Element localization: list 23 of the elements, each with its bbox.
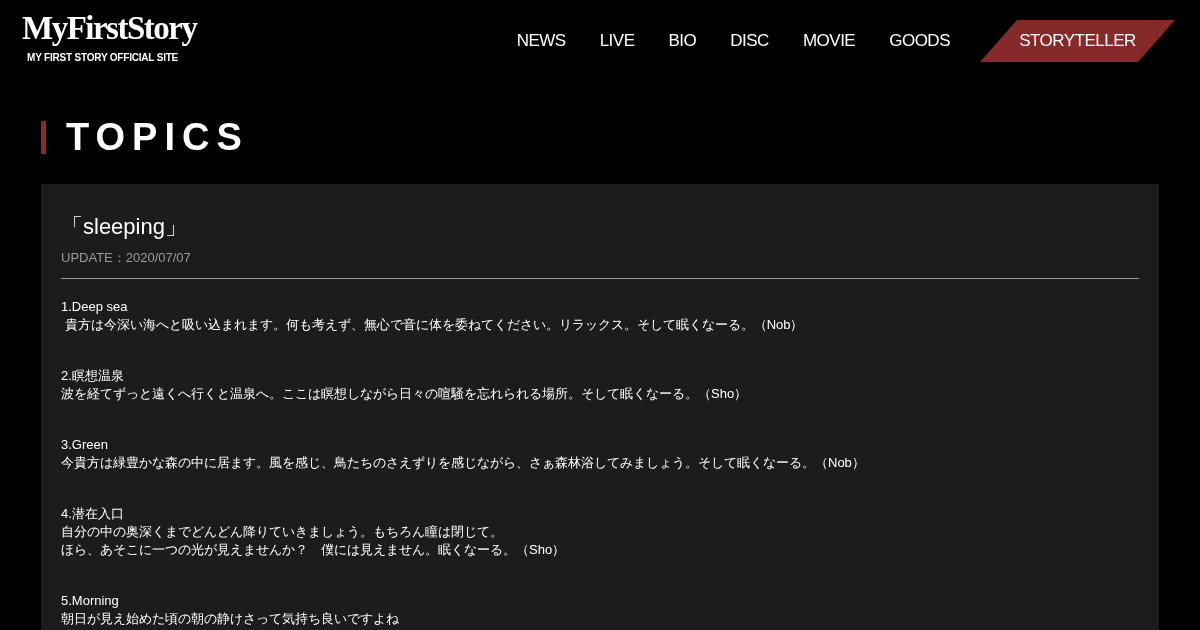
nav-link[interactable]: GOODS [889, 20, 950, 62]
track-description: 貴方は今深い海へと吸い込まれます。何も考えず、無心で音に体を委ねてください。リラックス。そして眠くなーる。（Nob） [63, 316, 805, 334]
storyteller-link[interactable]: STORYTELLER [980, 20, 1175, 62]
article-title: 「sleeping」 [61, 214, 188, 240]
nav-link[interactable]: BIO [668, 20, 697, 62]
track-title: 3.Green [61, 436, 109, 454]
nav-link[interactable]: MOVIE [802, 20, 856, 62]
track-description: 波を経てずっと遠くへ行くと温泉へ。ここは瞑想しながら日々の喧騒を忘れられる場所。そして眠くなーる。（Sho） [61, 385, 749, 403]
track-description: ほら、あそこに一つの光が見えませんか？ 僕には見えません。眠くなーる。（Sho） [61, 541, 567, 559]
track-description: 今貴方は緑豊かな森の中に居ます。風を感じ、鳥たちのさえずりを感じながら、さぁ森林浴してみましょう。そして眠くなーる。（Nob） [61, 454, 866, 472]
nav-link[interactable]: NEWS [516, 20, 566, 62]
track-title: 1.Deep sea [61, 298, 129, 316]
update-date: UPDATE：2020/07/07 [61, 250, 192, 266]
section-heading: TOPICS [41, 121, 253, 154]
track-title: 5.Morning [61, 592, 120, 610]
site-subtitle: MY FIRST STORY OFFICIAL SITE [27, 52, 180, 64]
site-logo[interactable]: MyFirstStory [22, 11, 197, 45]
track-title: 2.瞑想温泉 [61, 367, 125, 385]
track-description: 自分の中の奥深くまでどんどん降りていきましょう。もちろん瞳は閉じて。 [61, 523, 504, 541]
track-description: 朝日が見え始めた頃の朝の静けさって気持ち良いですよね [61, 610, 400, 628]
nav-link[interactable]: LIVE [599, 20, 635, 62]
nav-link[interactable]: DISC [730, 20, 769, 62]
track-title: 4.潜在入口 [61, 505, 125, 523]
